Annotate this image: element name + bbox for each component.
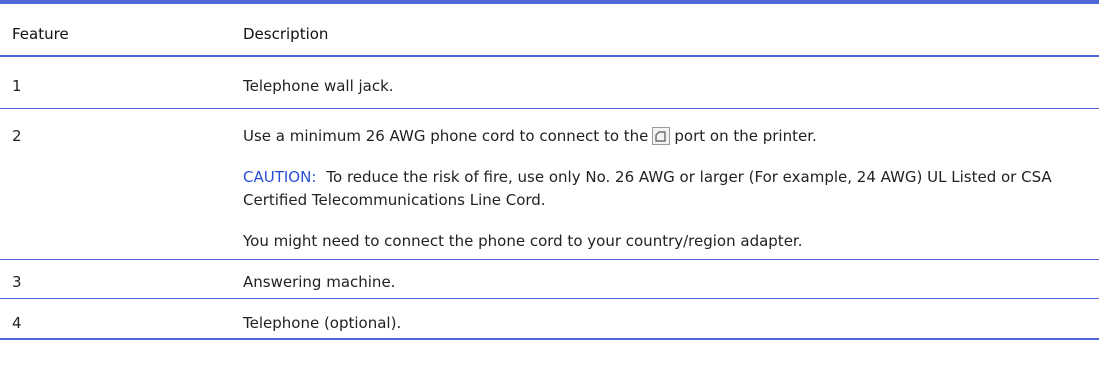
feature-number: 4 bbox=[12, 314, 22, 332]
caution-label: CAUTION: bbox=[243, 168, 317, 186]
table-row: 2 Use a minimum 26 AWG phone cord to con… bbox=[0, 109, 1099, 260]
table-row: 4 Telephone (optional). bbox=[0, 299, 1099, 340]
feature-number: 1 bbox=[12, 77, 22, 95]
description-text-after: port on the printer. bbox=[674, 127, 817, 145]
header-description: Description bbox=[243, 25, 329, 43]
feature-number: 3 bbox=[12, 273, 22, 291]
phone-port-icon bbox=[652, 127, 671, 145]
feature-description: Telephone wall jack. bbox=[243, 77, 394, 95]
table-row: 3 Answering machine. bbox=[0, 260, 1099, 299]
caution-text: To reduce the risk of fire, use only No.… bbox=[243, 168, 1052, 209]
feature-number: 2 bbox=[12, 127, 22, 145]
feature-description: Telephone (optional). bbox=[243, 314, 402, 332]
feature-description: Use a minimum 26 AWG phone cord to conne… bbox=[243, 109, 1099, 259]
note-paragraph: You might need to connect the phone cord… bbox=[243, 232, 803, 250]
header-feature: Feature bbox=[12, 25, 69, 43]
caution-paragraph: CAUTION: To reduce the risk of fire, use … bbox=[243, 166, 1091, 212]
description-text-before: Use a minimum 26 AWG phone cord to conne… bbox=[243, 127, 649, 145]
description-paragraph: Use a minimum 26 AWG phone cord to conne… bbox=[243, 125, 1091, 148]
table-header-row: Feature Description bbox=[0, 4, 1099, 57]
table-row: 1 Telephone wall jack. bbox=[0, 57, 1099, 109]
feature-table: Feature Description 1 Telephone wall jac… bbox=[0, 0, 1099, 340]
feature-description: Answering machine. bbox=[243, 273, 396, 291]
